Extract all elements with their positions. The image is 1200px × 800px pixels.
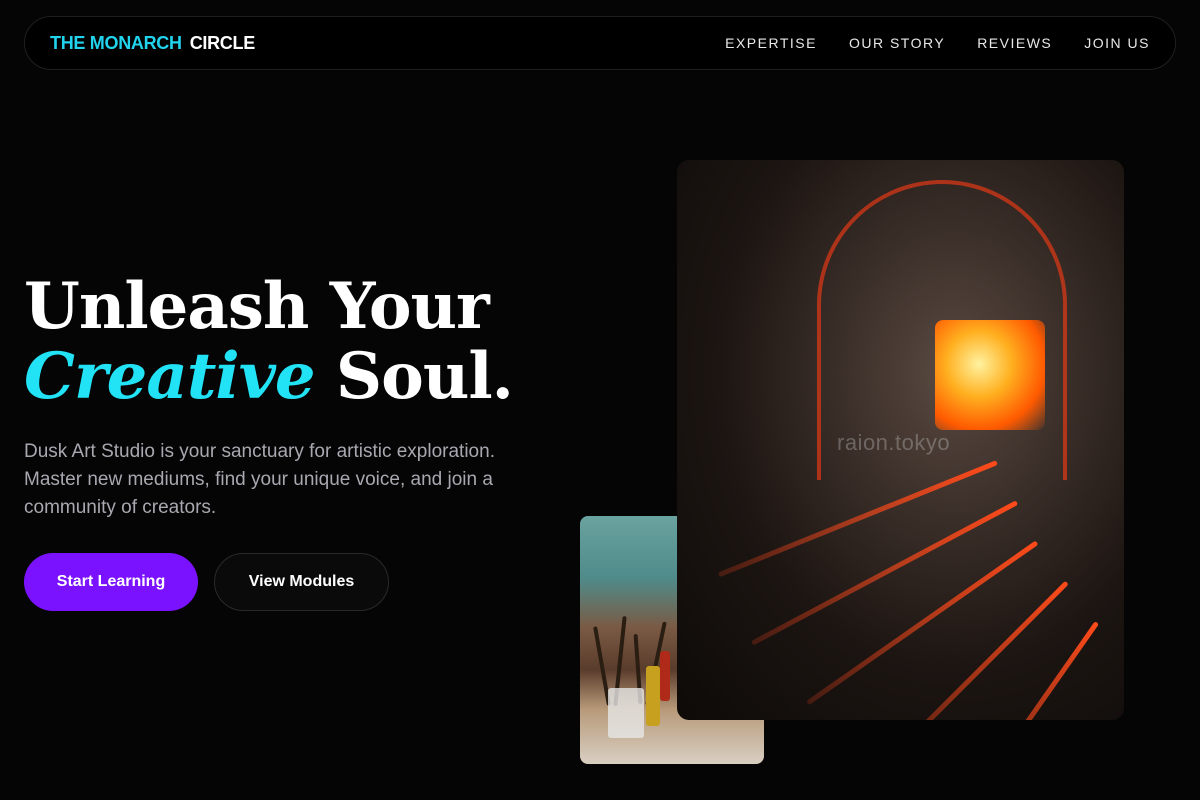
nav-links: EXPERTISE OUR STORY REVIEWS JOIN US	[725, 35, 1150, 51]
start-learning-button[interactable]: Start Learning	[24, 553, 198, 611]
image-watermark: raion.tokyo	[837, 430, 951, 455]
hero-title-emphasis: Creative	[24, 339, 316, 414]
logo-rest: CIRCLE	[189, 32, 256, 53]
hero-title-rest: Soul.	[335, 339, 514, 414]
nav-link-expertise[interactable]: EXPERTISE	[725, 35, 817, 51]
hero-title: Unleash Your Creative Soul.	[24, 269, 514, 414]
kiln-fire	[935, 320, 1045, 430]
view-modules-button[interactable]: View Modules	[214, 553, 389, 611]
logo-accent: THE MONARCH	[50, 32, 182, 53]
logo[interactable]: THE MONARCH CIRCLE	[50, 33, 255, 54]
top-navigation: THE MONARCH CIRCLE EXPERTISE OUR STORY RE…	[24, 16, 1176, 70]
nav-link-join-us[interactable]: JOIN US	[1084, 35, 1150, 51]
hero-description: Dusk Art Studio is your sanctuary for ar…	[24, 441, 495, 518]
nav-link-our-story[interactable]: OUR STORY	[849, 35, 945, 51]
hero-title-line1: Unleash Your	[24, 269, 490, 344]
nav-link-reviews[interactable]: REVIEWS	[977, 35, 1052, 51]
kiln-image: raion.tokyo	[677, 160, 1124, 720]
